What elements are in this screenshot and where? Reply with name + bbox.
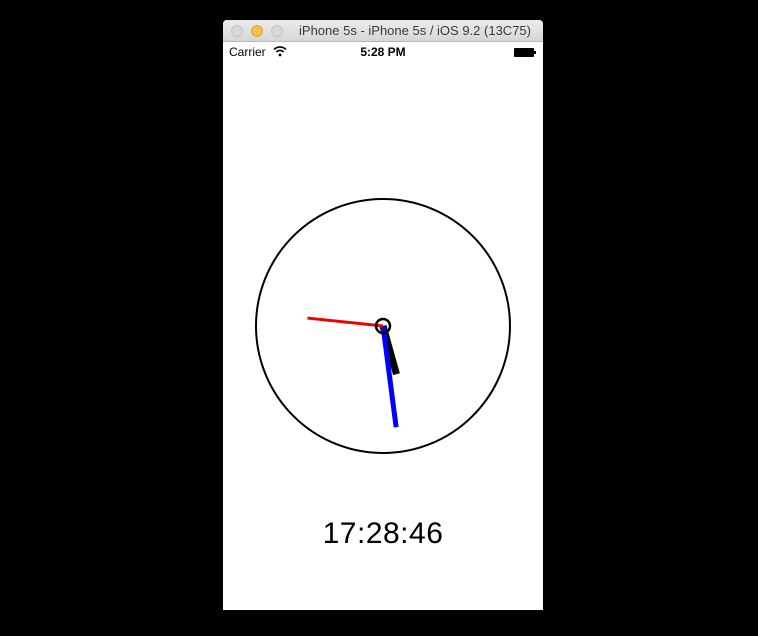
minimize-window-button[interactable] xyxy=(251,25,263,37)
simulator-window: iPhone 5s - iPhone 5s / iOS 9.2 (13C75) … xyxy=(223,20,543,610)
zoom-window-button[interactable] xyxy=(271,25,283,37)
status-time: 5:28 PM xyxy=(360,45,406,59)
window-titlebar[interactable]: iPhone 5s - iPhone 5s / iOS 9.2 (13C75) xyxy=(223,20,543,42)
second-hand xyxy=(307,316,384,328)
window-title: iPhone 5s - iPhone 5s / iOS 9.2 (13C75) xyxy=(299,23,531,38)
digital-time: 17:28:46 xyxy=(322,517,444,550)
ios-status-bar: Carrier 5:28 PM xyxy=(223,42,543,62)
app-screen: 17:28:46 xyxy=(223,62,543,610)
battery-icon xyxy=(514,48,536,57)
close-window-button[interactable] xyxy=(231,25,243,37)
